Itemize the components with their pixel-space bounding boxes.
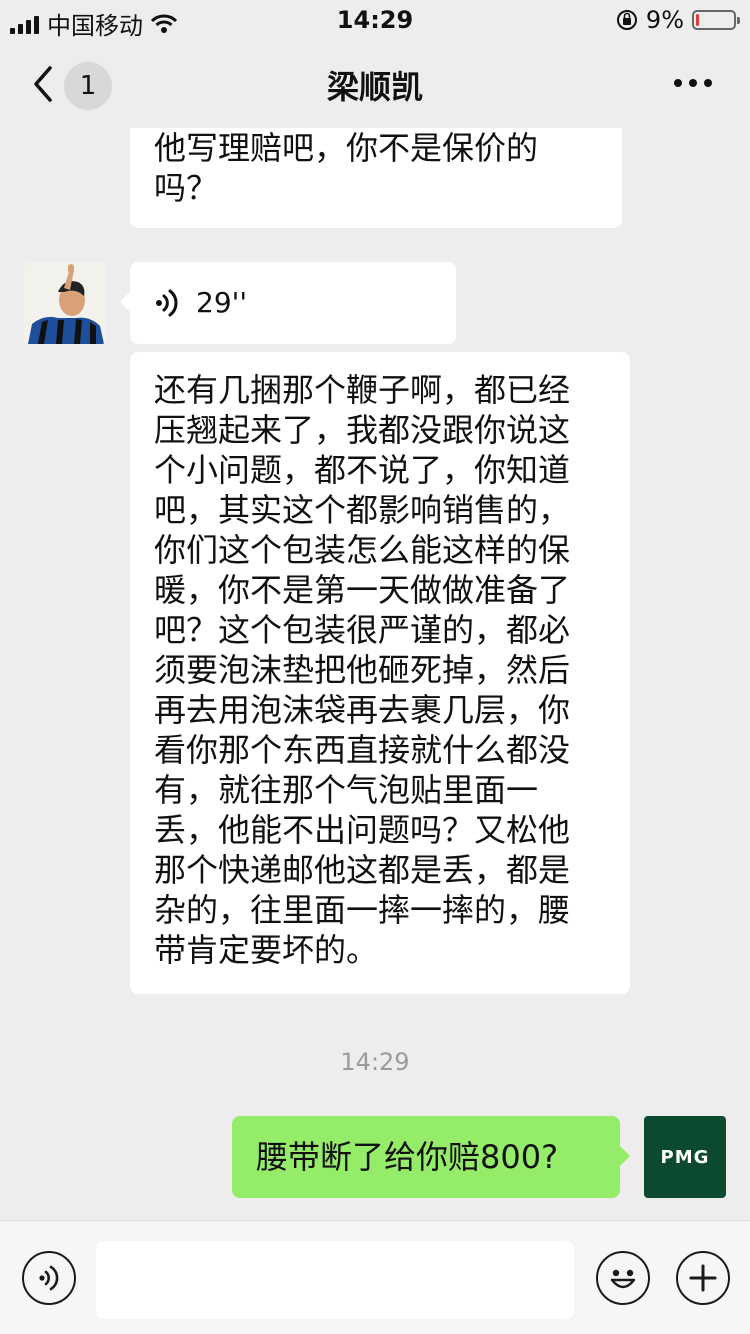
status-bar: 中国移动 14:29 9%	[0, 0, 750, 40]
message-text: 他写理赔吧，你不是保价的 吗？	[154, 129, 539, 207]
battery-icon	[692, 10, 740, 30]
incoming-text-bubble[interactable]: 他写理赔吧，你不是保价的 吗？	[130, 128, 622, 228]
plus-button[interactable]	[676, 1251, 730, 1305]
chat-title: 梁顺凯	[326, 68, 423, 106]
incoming-text-bubble[interactable]: 还有几捆那个鞭子啊，都已经 压翘起来了，我都没跟你说这 个小问题，都不说了，你知…	[130, 352, 630, 994]
voice-duration: 29''	[196, 286, 248, 319]
emoji-button[interactable]	[596, 1251, 650, 1305]
chat-area[interactable]: 他写理赔吧，你不是保价的 吗？ 29'' 还有几捆那个鞭子啊，都已经 压翘起来了…	[0, 128, 750, 1220]
message-input[interactable]	[96, 1241, 574, 1319]
my-avatar[interactable]: PMG	[644, 1116, 726, 1198]
message-text: 还有几捆那个鞭子啊，都已经 压翘起来了，我都没跟你说这 个小问题，都不说了，你知…	[154, 371, 571, 969]
voice-input-icon	[39, 1265, 59, 1291]
plus-icon	[689, 1264, 717, 1292]
ellipsis-icon	[674, 79, 682, 87]
orientation-lock-icon	[616, 10, 637, 30]
emoji-icon	[610, 1269, 636, 1289]
ellipsis-dot	[689, 79, 697, 87]
outgoing-text-bubble[interactable]: 腰带断了给你赔800?	[232, 1116, 630, 1198]
input-bar	[0, 1220, 750, 1334]
voice-message-bubble[interactable]: 29''	[120, 262, 456, 344]
message-text: 腰带断了给你赔800?	[256, 1138, 559, 1176]
voice-wave-icon	[156, 289, 178, 317]
nav-bar: 1 梁顺凯	[0, 40, 750, 128]
contact-avatar[interactable]	[24, 262, 106, 344]
more-button[interactable]	[674, 68, 718, 98]
contact-avatar-image	[24, 262, 106, 344]
ellipsis-dot	[704, 79, 712, 87]
message-timestamp: 14:29	[340, 1048, 410, 1076]
voice-input-button[interactable]	[22, 1251, 76, 1305]
battery-percent: 9%	[645, 6, 684, 34]
battery-level	[696, 14, 699, 26]
status-right: 9%	[616, 6, 740, 34]
